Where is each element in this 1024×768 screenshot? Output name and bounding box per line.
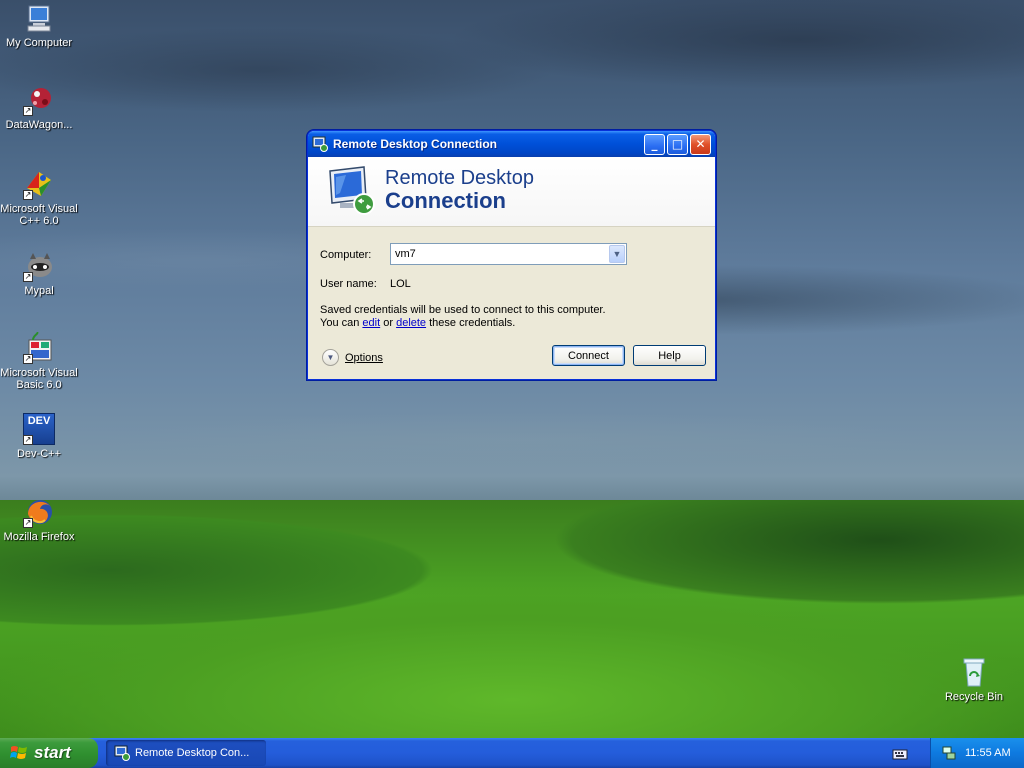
dev-badge-text: DEV	[27, 415, 51, 427]
shortcut-arrow-icon: ↗	[23, 190, 33, 200]
desktop-icon-label-line2: Basic 6.0	[16, 379, 62, 391]
dev-cpp-icon: DEV ↗	[23, 413, 55, 445]
remote-desktop-window[interactable]: Remote Desktop Connection _ □ ✕ Remote D…	[307, 130, 716, 380]
shortcut-arrow-icon: ↗	[23, 435, 33, 445]
minimize-button[interactable]: _	[644, 133, 665, 155]
close-button[interactable]: ✕	[690, 133, 711, 155]
datawagon-icon: ↗	[23, 84, 55, 116]
recycle-bin-icon	[958, 656, 990, 688]
shortcut-arrow-icon: ↗	[23, 272, 33, 282]
desktop-icon-label: Mypal	[24, 285, 54, 297]
start-label: start	[34, 743, 71, 762]
username-value: LOL	[390, 278, 411, 290]
delete-credentials-link[interactable]: delete	[396, 317, 426, 329]
banner-title-line2: Connection	[385, 188, 506, 213]
remote-desktop-icon	[312, 136, 328, 152]
computer-value[interactable]: vm7	[391, 248, 609, 260]
close-icon: ✕	[695, 137, 706, 151]
system-tray: 11:55 AM	[930, 738, 1024, 768]
maximize-icon: □	[671, 137, 684, 151]
remote-desktop-icon	[114, 745, 130, 761]
options-toggle[interactable]: ▼ Options	[322, 349, 383, 366]
options-label[interactable]: Options	[345, 352, 383, 364]
saved-credentials-text: Saved credentials will be used to connec…	[320, 304, 606, 316]
network-icon[interactable]	[941, 745, 957, 761]
desktop-icon-label: Dev-C++	[16, 448, 62, 460]
maximize-button[interactable]: □	[667, 133, 688, 155]
window-banner: Remote Desktop Connection	[308, 157, 715, 227]
desktop-icon-msvb[interactable]: ↗ Microsoft Visual Basic 6.0	[0, 331, 78, 391]
desktop-icon-recycle-bin[interactable]: Recycle Bin	[935, 656, 1013, 703]
expand-chevron-icon[interactable]: ▼	[322, 349, 339, 366]
desktop-icon-label: Recycle Bin	[944, 691, 1004, 703]
username-label: User name:	[320, 278, 377, 290]
window-title: Remote Desktop Connection	[333, 137, 498, 151]
desktop-icon-firefox[interactable]: ↗ Mozilla Firefox	[0, 496, 78, 543]
desktop-icon-datawagon[interactable]: ↗ DataWagon...	[0, 84, 78, 131]
visual-cpp-icon: ↗	[23, 168, 55, 200]
visual-basic-icon: ↗	[23, 331, 55, 364]
shortcut-arrow-icon: ↗	[23, 106, 33, 116]
edit-credentials-link[interactable]: edit	[362, 317, 380, 329]
firefox-icon: ↗	[23, 496, 55, 528]
remote-desktop-logo-icon	[326, 165, 380, 217]
desktop-icon-label: DataWagon...	[5, 119, 73, 131]
minimize-icon: _	[651, 137, 658, 151]
taskbar-item-remote-desktop[interactable]: Remote Desktop Con...	[106, 740, 266, 766]
desktop-icon-msvc[interactable]: ↗ Microsoft Visual C++ 6.0	[0, 168, 78, 227]
help-button[interactable]: Help	[633, 345, 706, 366]
credentials-prefix: You can	[320, 317, 363, 329]
window-content: Computer: vm7 ▼ User name: LOL Saved cre…	[308, 227, 715, 379]
desktop-wallpaper-hills	[0, 500, 1024, 740]
taskbar-item-label: Remote Desktop Con...	[135, 747, 250, 759]
desktop-icon-label-line2: C++ 6.0	[19, 215, 59, 227]
shortcut-arrow-icon: ↗	[23, 518, 33, 528]
mypal-raccoon-icon: ↗	[23, 250, 55, 282]
banner-title-line1: Remote Desktop	[385, 167, 534, 189]
computer-label: Computer:	[320, 249, 372, 261]
clock[interactable]: 11:55 AM	[965, 747, 1011, 759]
credentials-or: or	[380, 317, 397, 329]
credentials-actions-text: You can edit or delete these credentials…	[320, 317, 515, 329]
keyboard-language-icon[interactable]	[892, 746, 908, 760]
connect-button[interactable]: Connect	[552, 345, 625, 366]
window-titlebar[interactable]: Remote Desktop Connection _ □ ✕	[308, 131, 715, 157]
credentials-suffix: these credentials.	[426, 317, 516, 329]
windows-flag-icon	[10, 744, 28, 762]
shortcut-arrow-icon: ↗	[23, 354, 33, 364]
desktop-icon-label-line1: Microsoft Visual	[0, 203, 78, 215]
start-button[interactable]: start	[0, 738, 98, 768]
desktop-icon-my-computer[interactable]: My Computer	[0, 2, 78, 49]
desktop-icon-label: My Computer	[5, 37, 73, 49]
chevron-down-icon[interactable]: ▼	[609, 245, 625, 263]
desktop-icon-devcpp[interactable]: DEV ↗ Dev-C++	[0, 413, 78, 460]
computer-combobox[interactable]: vm7 ▼	[390, 243, 627, 265]
my-computer-icon	[23, 2, 55, 34]
desktop-icon-mypal[interactable]: ↗ Mypal	[0, 250, 78, 297]
desktop-icon-label: Mozilla Firefox	[3, 531, 75, 543]
desktop-icon-label-line1: Microsoft Visual	[0, 367, 78, 379]
taskbar: start Remote Desktop Con... 11:55 AM	[0, 738, 1024, 768]
